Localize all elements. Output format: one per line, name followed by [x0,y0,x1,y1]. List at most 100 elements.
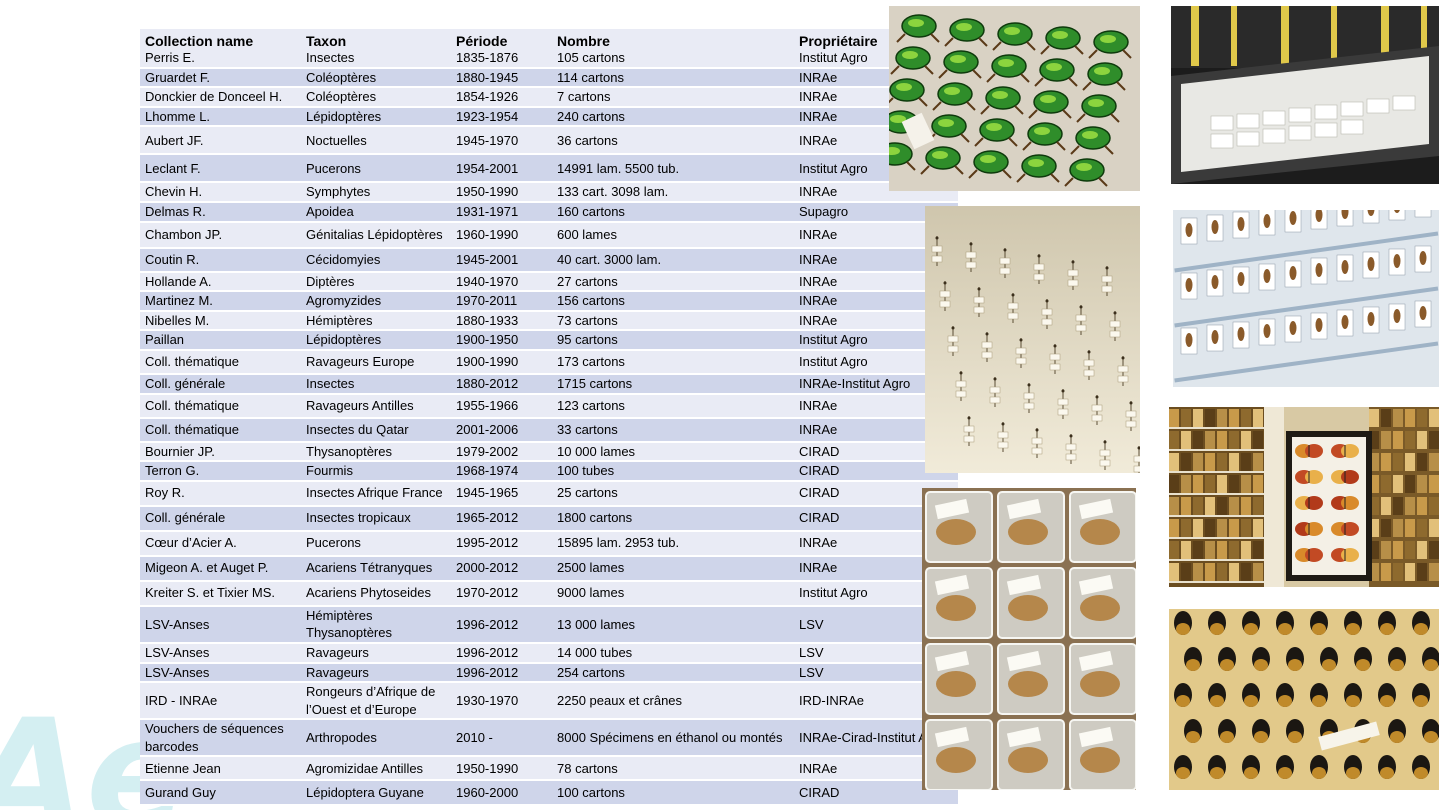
table-row: Chambon JP. Génitalias Lépidoptères 1960-1… [140,221,958,249]
periode-cell: 1996-2012 [451,605,552,644]
dark-beetles-photo [1169,609,1439,790]
taxon-cell: Thysanoptères [301,441,451,463]
collection-name-cell: Cœur d’Acier A. [140,530,301,557]
taxon-cell: Apoidea [301,201,451,223]
collection-name-cell: Bournier JP. [140,441,301,463]
nombre-cell: 27 cartons [552,271,794,293]
table-row: Paillan Lépidoptères 1900-1950 95 cartons In… [140,330,958,351]
nombre-cell: 7 cartons [552,87,794,108]
table-row: Terron G. Fourmis 1968-1974 100 tubes CIRAD [140,461,958,482]
collection-name-cell: Coutin R. [140,247,301,273]
table-row: Gruardet F. Coléoptères 1880-1945 114 carto… [140,67,958,89]
nombre-cell: 25 cartons [552,480,794,507]
taxon-cell: Hémiptères [301,310,451,332]
collection-name-cell: LSV-Anses [140,605,301,644]
taxon-cell: Insectes [301,373,451,395]
periode-cell: 1996-2012 [451,642,552,664]
shelves-butterfly-box-photo [1169,407,1439,587]
taxon-cell: Insectes tropicaux [301,505,451,532]
nombre-cell: 123 cartons [552,393,794,419]
periode-cell: 1995-2012 [451,530,552,557]
collection-name-cell: Leclant F. [140,154,301,184]
table-row: Perris E. Insectes 1835-1876 105 cartons Ins… [140,49,958,69]
table-row: Cœur d’Acier A. Pucerons 1995-2012 15895 la… [140,530,958,557]
nombre-cell: 156 cartons [552,291,794,312]
periode-cell: 1854-1926 [451,87,552,108]
taxon-cell: Insectes du Qatar [301,417,451,443]
taxon-cell: Coléoptères [301,87,451,108]
taxon-cell: Cécidomyies [301,247,451,273]
nombre-cell: 73 cartons [552,310,794,332]
taxon-cell: Arthropodes [301,719,451,758]
collection-name-cell: LSV-Anses [140,642,301,664]
periode-cell: 1950-1990 [451,756,552,782]
periode-cell: 1930-1970 [451,682,552,721]
col-header-periode: Période [451,29,552,49]
table-row: Nibelles M. Hémiptères 1880-1933 73 cartons… [140,310,958,332]
taxon-cell: Ravageurs [301,662,451,684]
table-row: Martinez M. Agromyzides 1970-2011 156 carto… [140,291,958,312]
collection-name-cell: Perris E. [140,49,301,69]
collection-name-cell: Nibelles M. [140,310,301,332]
nombre-cell: 160 cartons [552,201,794,223]
table-row: Coll. thématique Insectes du Qatar 2001-20… [140,417,958,443]
vial-boxes-photo [922,488,1136,790]
collection-name-cell: Terron G. [140,461,301,482]
table-row: Coll. générale Insectes 1880-2012 1715 cart… [140,373,958,395]
nombre-cell: 100 cartons [552,780,794,807]
nombre-cell: 254 cartons [552,662,794,684]
collection-name-cell: Coll. générale [140,373,301,395]
nombre-cell: 15895 lam. 2953 tub. [552,530,794,557]
collection-name-cell: Paillan [140,330,301,351]
table-row: Coll. thématique Ravageurs Antilles 1955-1… [140,393,958,419]
periode-cell: 1900-1990 [451,349,552,375]
nombre-cell: 240 cartons [552,106,794,128]
taxon-cell: Acariens Tétranyques [301,555,451,582]
periode-cell: 1955-1966 [451,393,552,419]
table-row: Roy R. Insectes Afrique France 1945-1965 25… [140,480,958,507]
table-body: Perris E. Insectes 1835-1876 105 cartons Ins… [140,49,958,807]
nombre-cell: 95 cartons [552,330,794,351]
taxon-cell: Génitalias Lépidoptères [301,221,451,249]
periode-cell: 1880-1945 [451,67,552,89]
pinned-micro-insects-photo [925,206,1140,473]
periode-cell: 2010 - [451,719,552,758]
taxon-cell: Pucerons [301,154,451,184]
collection-name-cell: Aubert JF. [140,126,301,156]
table-row: Aubert JF. Noctuelles 1945-1970 36 cartons I… [140,126,958,156]
table-row: LSV-Anses Ravageurs 1996-2012 14 000 tubes L… [140,642,958,664]
taxon-cell: Insectes Afrique France [301,480,451,507]
periode-cell: 1900-1950 [451,330,552,351]
labeled-specimens-drawer-photo [1173,210,1439,387]
table-row: Migeon A. et Auget P. Acariens Tétranyque… [140,555,958,582]
taxon-cell: Ravageurs Europe [301,349,451,375]
col-header-taxon: Taxon [301,29,451,49]
collection-name-cell: Roy R. [140,480,301,507]
nombre-cell: 40 cart. 3000 lam. [552,247,794,273]
collection-name-cell: Migeon A. et Auget P. [140,555,301,582]
collection-name-cell: Coll. thématique [140,393,301,419]
slide-drawer-photo [1171,6,1439,184]
table-row: Leclant F. Pucerons 1954-2001 14991 lam. 55… [140,154,958,184]
nombre-cell: 600 lames [552,221,794,249]
periode-cell: 1950-1990 [451,182,552,203]
periode-cell: 1970-2011 [451,291,552,312]
collection-name-cell: Gruardet F. [140,67,301,89]
table-row: Chevin H. Symphytes 1950-1990 133 cart. 309… [140,182,958,203]
collection-name-cell: Martinez M. [140,291,301,312]
nombre-cell: 10 000 lames [552,441,794,463]
table-row: Delmas R. Apoidea 1931-1971 160 cartons Supa… [140,201,958,223]
collection-name-cell: Chevin H. [140,182,301,203]
collection-name-cell: Vouchers de séquences barcodes [140,719,301,758]
collection-name-cell: Donckier de Donceel H. [140,87,301,108]
nombre-cell: 13 000 lames [552,605,794,644]
collection-name-cell: Coll. thématique [140,417,301,443]
nombre-cell: 2250 peaux et crânes [552,682,794,721]
taxon-cell: Agromizidae Antilles [301,756,451,782]
table-row: Coll. thématique Ravageurs Europe 1900-199… [140,349,958,375]
taxon-cell: Coléoptères [301,67,451,89]
taxon-cell: Insectes [301,49,451,69]
table-row: Hollande A. Diptères 1940-1970 27 cartons IN… [140,271,958,293]
periode-cell: 1960-2000 [451,780,552,807]
periode-cell: 1945-2001 [451,247,552,273]
